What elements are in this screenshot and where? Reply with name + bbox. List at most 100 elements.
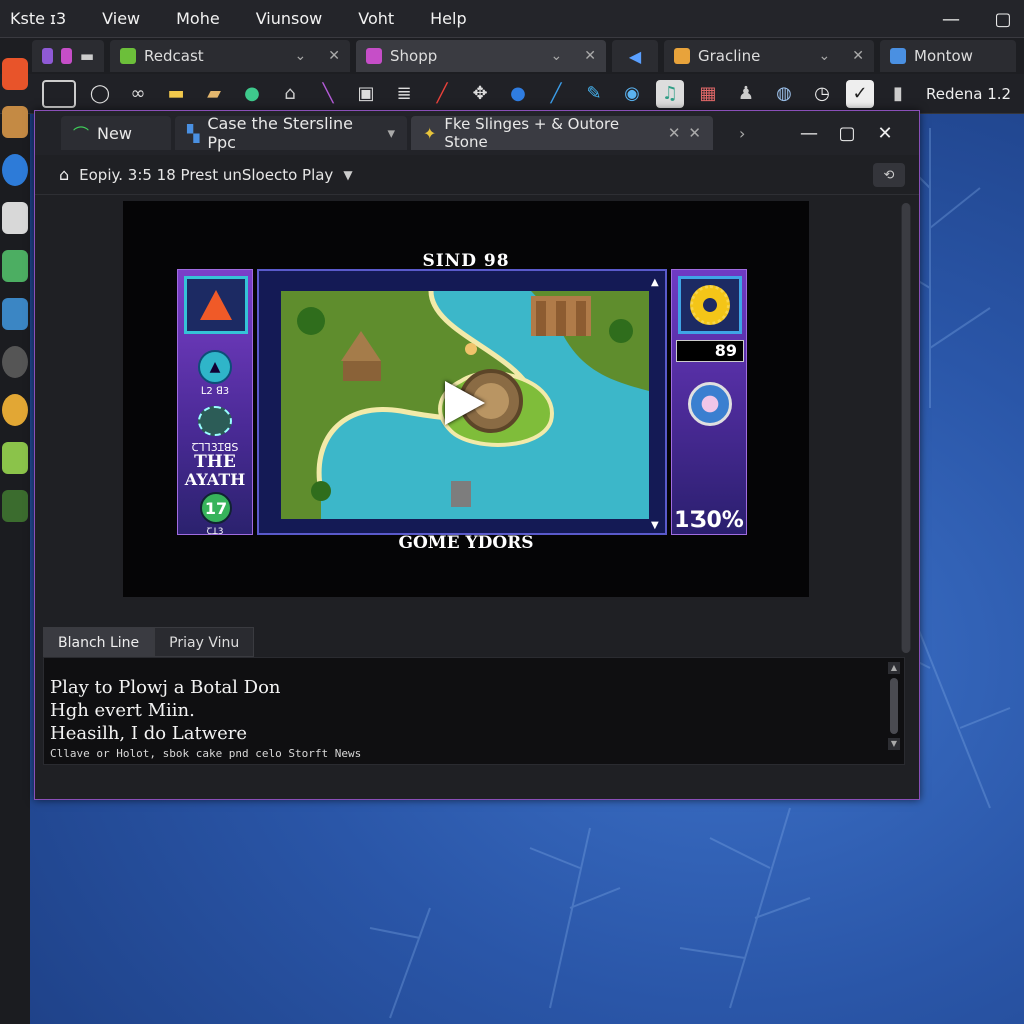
tab-shopp[interactable]: Shopp ⌄ ✕ xyxy=(356,40,606,72)
scroll-up-icon[interactable]: ▲ xyxy=(888,662,900,674)
tab-gracline[interactable]: Gracline ⌄ ✕ xyxy=(664,40,874,72)
circle-icon[interactable]: ◯ xyxy=(86,80,114,108)
people-icon[interactable]: ♟ xyxy=(732,80,760,108)
back-tab-button[interactable]: ◀ xyxy=(612,40,658,72)
globe2-icon[interactable]: ◍ xyxy=(770,80,798,108)
info-icon[interactable]: ● xyxy=(504,80,532,108)
screen-app-icon[interactable] xyxy=(2,298,28,330)
folder2-icon[interactable]: ▰ xyxy=(200,80,228,108)
settings-gear-icon[interactable] xyxy=(678,276,742,334)
close-icon[interactable]: ✕ xyxy=(328,48,340,64)
log-scroll-thumb[interactable] xyxy=(890,678,898,734)
pen2-icon[interactable]: ✎ xyxy=(580,80,608,108)
menu-mohe[interactable]: Mohe xyxy=(158,0,238,38)
puzzle-icon[interactable]: ✥ xyxy=(466,80,494,108)
game-map[interactable]: ▲ ▼ xyxy=(257,269,667,535)
fox-app-icon[interactable] xyxy=(2,58,28,90)
image-icon[interactable]: ▦ xyxy=(694,80,722,108)
left-panel-label-1: ꓡ2 ꓭ3 xyxy=(200,386,230,397)
scroll-down-icon[interactable]: ▼ xyxy=(888,738,900,750)
menu-bar: Kste ɪ3 View Mohe Viunsow Voht Help — ▢ xyxy=(0,0,1024,38)
game-app-icon[interactable] xyxy=(2,250,28,282)
play-icon[interactable] xyxy=(445,381,485,425)
score-counter: 89 xyxy=(676,340,744,362)
compass-badge-icon xyxy=(688,382,732,426)
tab-priay-vinu[interactable]: Priay Vinu xyxy=(154,627,255,657)
game-subtitle: GOME YDORS xyxy=(398,533,534,553)
tab-label: Gracline xyxy=(698,47,761,65)
globe-icon[interactable]: ◉ xyxy=(618,80,646,108)
globe-app-icon[interactable] xyxy=(2,154,28,186)
log-line: Heasilh, I do Latwere xyxy=(50,723,248,744)
tab-label: Montow xyxy=(914,47,973,65)
frame-icon[interactable] xyxy=(42,79,76,108)
pencil-icon[interactable]: ╱ xyxy=(542,80,570,108)
bag-app-icon[interactable] xyxy=(2,202,28,234)
pin-icon[interactable]: ⌄ xyxy=(295,48,307,64)
map-scroll-indicator[interactable]: ▲ ▼ xyxy=(651,277,663,531)
box-app-icon[interactable] xyxy=(2,106,28,138)
browser-tab-strip: ▬ Redcast ⌄ ✕ Shopp ⌄ ✕ ◀ Gracline ⌄ ✕ M… xyxy=(0,38,1024,74)
tab-label: Shopp xyxy=(390,47,438,65)
tab-redcast[interactable]: Redcast ⌄ ✕ xyxy=(110,40,350,72)
address-text[interactable]: Eopiy. 3:5 18 Prest unSloecto Play xyxy=(79,166,333,184)
brush-icon[interactable]: ╱ xyxy=(428,80,456,108)
folder-icon[interactable]: ▬ xyxy=(162,80,190,108)
dropdown-icon[interactable]: ▾ xyxy=(387,124,395,142)
window-close-button[interactable]: ✕ xyxy=(867,117,903,149)
tab-case[interactable]: ▚ Case the Stersline Ppc ▾ xyxy=(175,114,407,152)
tab-controls[interactable]: ▬ xyxy=(32,40,104,72)
tab-label: New xyxy=(97,123,132,143)
person-tab-icon xyxy=(890,48,906,64)
scroll-down-icon[interactable]: ▼ xyxy=(651,520,659,531)
pin-icon[interactable]: ⌄ xyxy=(819,48,831,64)
disc-app-icon[interactable] xyxy=(2,346,28,378)
tab-blanch-line[interactable]: Blanch Line xyxy=(43,627,155,657)
scroll-up-icon[interactable]: ▲ xyxy=(651,277,659,288)
log-scrollbar[interactable]: ▲ ▼ xyxy=(888,662,900,762)
flower-app-icon[interactable] xyxy=(2,442,28,474)
close-icon[interactable]: ✕ xyxy=(852,48,864,64)
photo-app-icon[interactable] xyxy=(2,490,28,522)
log-console[interactable]: Play to Plowj a Botal Don Hgh evert Miin… xyxy=(43,657,905,765)
app-maximize-button[interactable]: ▢ xyxy=(984,0,1022,38)
gem-icon[interactable]: ● xyxy=(238,80,266,108)
home-icon[interactable]: ⌂ xyxy=(59,165,69,184)
vertical-scrollbar[interactable] xyxy=(901,203,911,653)
back-arrow-icon: ◀ xyxy=(628,46,642,66)
pin-icon[interactable]: ⌄ xyxy=(551,48,563,64)
window-maximize-button[interactable]: ▢ xyxy=(829,117,865,149)
close-icon[interactable]: ✕ xyxy=(584,48,596,64)
music-icon[interactable]: ♫ xyxy=(656,79,684,108)
doc-icon[interactable]: ≣ xyxy=(390,80,418,108)
cog-emblem-icon xyxy=(198,406,232,436)
trash-icon[interactable]: ▮ xyxy=(884,80,912,108)
menu-view[interactable]: View xyxy=(84,0,158,38)
ring-app-icon[interactable] xyxy=(2,394,28,426)
vertical-scrollbar-thumb[interactable] xyxy=(902,203,910,653)
tab-montow[interactable]: Montow xyxy=(880,40,1016,72)
close-icon[interactable]: ✕ xyxy=(668,124,681,142)
tab-fke-slinges[interactable]: ✦ Fke Slinges + & Outore Stone ✕ ✕ xyxy=(411,115,713,151)
menu-file[interactable]: Kste ɪ3 xyxy=(0,0,84,38)
window-minimize-button[interactable]: — xyxy=(791,117,827,149)
home-icon[interactable]: ⌂ xyxy=(276,80,304,108)
menu-voht[interactable]: Voht xyxy=(340,0,412,38)
pen-icon[interactable]: ╲ xyxy=(314,80,342,108)
close-icon[interactable]: ✕ xyxy=(688,124,701,142)
chat-icon[interactable]: ✓ xyxy=(846,79,874,108)
chevron-right-icon[interactable]: › xyxy=(739,124,745,143)
tab-new[interactable]: ⌒ New xyxy=(61,116,171,150)
extension-icon[interactable]: ⟲ xyxy=(873,163,905,187)
clock-icon[interactable]: ◷ xyxy=(808,80,836,108)
game-video-player[interactable]: SIND 98 ▲ ꓡ2 ꓭ3 Ꞇꓶꓶ3Ɪꓭꓢ THE AYATH 17 Ꞇꓕ3 xyxy=(123,201,809,597)
chevron-down-icon[interactable]: ▼ xyxy=(343,168,352,182)
screen-icon[interactable]: ▣ xyxy=(352,80,380,108)
address-bar[interactable]: ⌂ Eopiy. 3:5 18 Prest unSloecto Play ▼ ⟲ xyxy=(35,155,919,195)
menu-window[interactable]: Viunsow xyxy=(238,0,341,38)
tab-label: Redcast xyxy=(144,47,204,65)
wifi-icon: ⌒ xyxy=(73,125,90,144)
app-minimize-button[interactable]: — xyxy=(932,0,970,38)
menu-help[interactable]: Help xyxy=(412,0,484,38)
link-icon[interactable]: ∞ xyxy=(124,80,152,108)
